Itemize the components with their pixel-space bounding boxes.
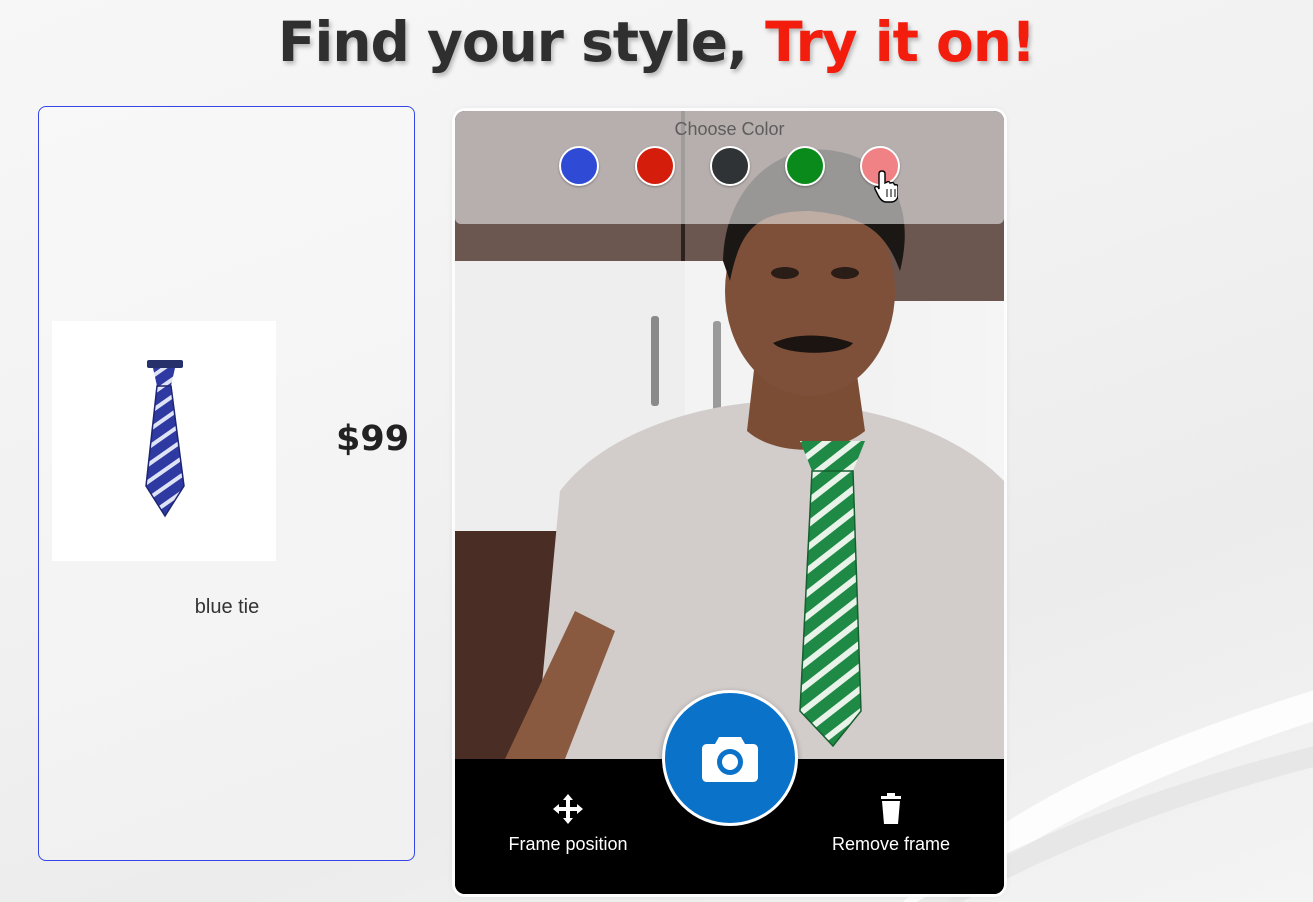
product-name: blue tie [194, 596, 260, 618]
color-picker-label: Choose Color [674, 119, 785, 139]
page-title: Find your style, Try it on! [0, 10, 1313, 74]
color-swatches [559, 146, 904, 186]
camera-icon [702, 737, 758, 782]
remove-frame-label: Remove frame [831, 834, 951, 854]
trash-icon [881, 793, 901, 824]
title-accent: Try it on! [765, 10, 1036, 74]
product-price: $99 [336, 419, 410, 459]
color-swatch-dark-gray[interactable] [710, 146, 750, 186]
product-card[interactable]: $99 blue tie [38, 106, 415, 861]
color-swatch-red[interactable] [635, 146, 675, 186]
move-arrows-icon [553, 794, 583, 824]
color-swatch-green[interactable] [785, 146, 825, 186]
color-picker-bar: Choose Color [455, 111, 1004, 224]
frame-position-label: Frame position [508, 834, 628, 854]
frame-position-button[interactable]: Frame position [483, 793, 653, 855]
color-swatch-blue[interactable] [559, 146, 599, 186]
product-image[interactable] [52, 321, 276, 561]
remove-frame-button[interactable]: Remove frame [806, 793, 976, 855]
blue-striped-tie-image [145, 360, 185, 518]
hand-pointer-cursor-icon [874, 170, 898, 203]
title-main: Find your style, [277, 10, 748, 74]
capture-photo-button[interactable] [662, 690, 798, 826]
